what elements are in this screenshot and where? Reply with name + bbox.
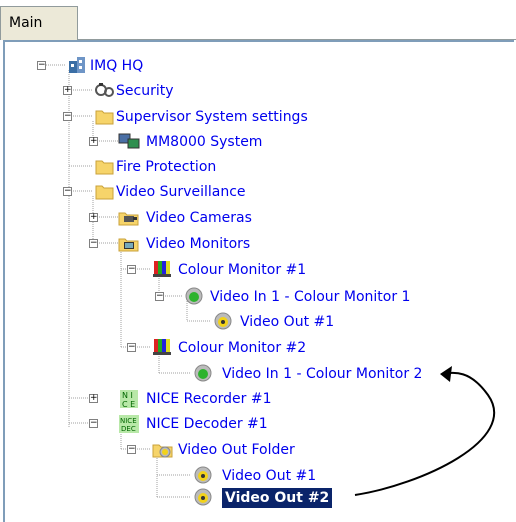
computer-icon [118,131,140,155]
tree-node-video-out-folder[interactable]: Video Out Folder [178,440,295,460]
tree-node-video-in-1-cm1[interactable]: Video In 1 - Colour Monitor 1 [210,287,410,307]
collapse-imq-hq-button[interactable]: − [37,61,46,70]
nice-dec-icon: NICE DEC [118,413,140,439]
tree-node-colour-mon-2[interactable]: Colour Monitor #2 [178,338,306,358]
folder-yellow-led-icon [152,439,174,463]
green-led-icon [183,286,205,310]
svg-text:N I: N I [122,391,133,400]
svg-text:DEC: DEC [121,425,136,433]
svg-text:C E: C E [122,400,135,409]
building-icon [67,55,89,79]
security-handcuffs-icon [94,80,116,104]
collapse-video-surv-button[interactable]: − [63,187,72,196]
svg-text:NICE: NICE [120,417,137,425]
tree-node-nice-dec[interactable]: NICE Decoder #1 [146,414,268,434]
monitor-folder-icon [118,233,140,257]
tree-node-video-out-2[interactable]: Video Out #2 [222,488,333,508]
folder-icon [94,181,116,205]
tree-node-security[interactable]: Security [116,81,174,101]
yellow-led-icon [212,311,234,335]
collapse-video-out-folder-button[interactable]: − [127,445,136,454]
collapse-colour-mon-2-button[interactable]: − [127,343,136,352]
tree-node-mm8000[interactable]: MM8000 System [146,132,262,152]
camera-icon [118,207,140,231]
color-bars-icon [152,259,174,283]
expand-security-button[interactable]: + [63,86,72,95]
tree-node-video-out-1-a[interactable]: Video Out #1 [240,312,334,332]
yellow-led-icon [192,465,214,489]
folder-icon [94,106,116,130]
tree-node-video-mons[interactable]: Video Monitors [146,234,250,254]
tree-node-video-in-1-cm2[interactable]: Video In 1 - Colour Monitor 2 [222,364,422,384]
expand-nice-rec-button[interactable]: + [89,394,98,403]
tree-node-colour-mon-1[interactable]: Colour Monitor #1 [178,260,306,280]
collapse-supervisor-button[interactable]: − [63,112,72,121]
collapse-colour-mon-1-button[interactable]: − [127,265,136,274]
tree-node-supervisor[interactable]: Supervisor System settings [116,107,308,127]
tree-node-video-cams[interactable]: Video Cameras [146,208,252,228]
collapse-nice-dec-button[interactable]: − [89,419,98,428]
yellow-led-icon [192,487,214,511]
green-led-icon [192,363,214,387]
expand-video-cams-button[interactable]: + [89,213,98,222]
tree-node-nice-rec[interactable]: NICE Recorder #1 [146,389,272,409]
tree-node-fire[interactable]: Fire Protection [116,157,216,177]
color-bars-icon [152,337,174,361]
expand-mm8000-button[interactable]: + [89,137,98,146]
collapse-video-in-1-cm1-button[interactable]: − [155,292,164,301]
tree-node-video-surv[interactable]: Video Surveillance [116,182,246,202]
tree-node-video-out-1-b[interactable]: Video Out #1 [222,466,316,486]
tree-node-imq-hq[interactable]: IMQ HQ [90,56,143,76]
nice-ce-icon: N IC E [118,388,140,414]
collapse-video-mons-button[interactable]: − [89,239,98,248]
folder-icon [94,156,116,180]
